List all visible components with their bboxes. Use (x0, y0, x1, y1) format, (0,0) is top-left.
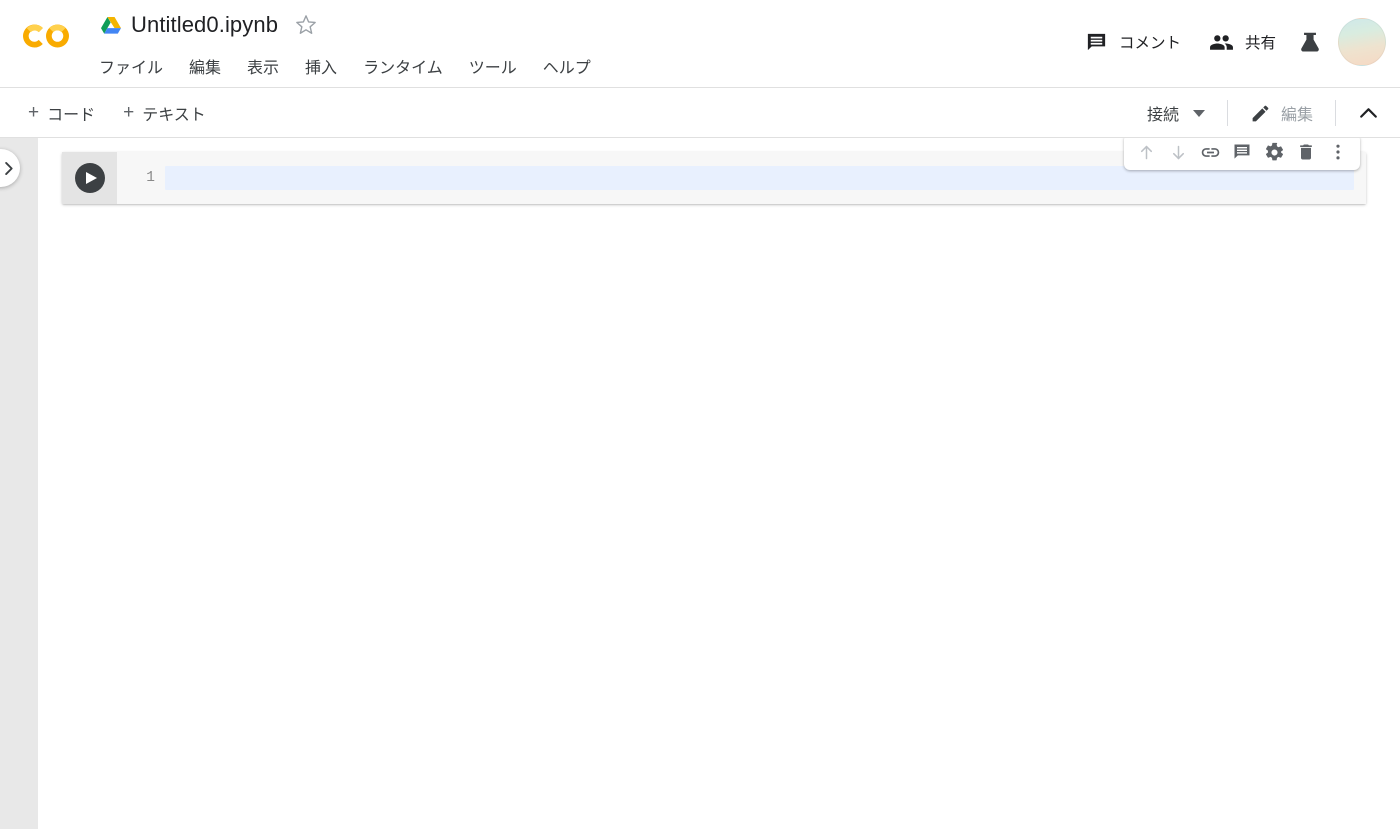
comment-label: コメント (1118, 35, 1181, 52)
notebook-toolbar: + コード + テキスト 接続 編集 (0, 88, 1400, 138)
editing-mode-label: 編集 (1280, 107, 1313, 124)
menu-view[interactable]: 表示 (246, 52, 280, 80)
add-text-cell-label: テキスト (142, 106, 206, 124)
play-icon (85, 172, 97, 184)
toolbar-right-actions: 接続 編集 (1133, 88, 1388, 138)
menu-bar: ファイル 編集 表示 挿入 ランタイム ツール ヘルプ (98, 52, 592, 80)
notebook-title-row: Untitled0.ipynb (100, 12, 317, 38)
plus-icon: + (123, 102, 135, 123)
more-cell-actions-button[interactable] (1322, 138, 1354, 167)
notebook-title[interactable]: Untitled0.ipynb (131, 12, 278, 38)
add-code-cell-button[interactable]: + コード (18, 96, 105, 130)
flask-icon (1297, 29, 1323, 55)
share-button[interactable]: 共有 (1195, 24, 1290, 61)
pencil-icon (1250, 103, 1271, 124)
toolbar-divider (1335, 100, 1336, 126)
app-header: Untitled0.ipynb ファイル 編集 表示 挿入 ランタイム ツール … (0, 0, 1400, 88)
colab-logo-icon[interactable] (20, 20, 72, 52)
add-code-cell-label: コード (47, 106, 96, 124)
comment-icon (1085, 31, 1108, 54)
delete-cell-button[interactable] (1290, 138, 1322, 167)
toolbar-left-actions: + コード + テキスト (18, 96, 216, 130)
left-sidebar-strip (0, 138, 38, 829)
header-actions: コメント 共有 (1071, 18, 1386, 66)
toggle-header-button[interactable] (1348, 93, 1388, 133)
chevron-up-icon (1356, 101, 1381, 126)
add-comment-button[interactable] (1226, 138, 1258, 167)
star-outline-icon[interactable] (295, 14, 317, 36)
line-number: 1 (146, 170, 155, 186)
cell-action-toolbar (1124, 138, 1360, 170)
google-drive-icon (100, 15, 122, 35)
add-text-cell-button[interactable]: + テキスト (113, 96, 216, 130)
menu-runtime[interactable]: ランタイム (362, 52, 444, 80)
expand-sidebar-button[interactable] (0, 149, 20, 187)
connect-label: 接続 (1146, 107, 1179, 124)
people-icon (1209, 30, 1234, 55)
user-avatar[interactable] (1338, 18, 1386, 66)
labs-button[interactable] (1290, 22, 1330, 62)
move-cell-up-button[interactable] (1130, 138, 1162, 167)
run-cell-button[interactable] (74, 163, 105, 193)
cell-container: 1 (62, 138, 1366, 204)
cell-settings-button[interactable] (1258, 138, 1290, 167)
menu-tools[interactable]: ツール (468, 52, 518, 80)
plus-icon: + (28, 102, 40, 123)
toolbar-divider (1226, 100, 1228, 126)
chevron-right-icon (0, 159, 18, 178)
notebook-body: 1 (0, 138, 1400, 829)
link-to-cell-button[interactable] (1194, 138, 1226, 167)
notebook-canvas: 1 (38, 138, 1400, 829)
move-cell-down-button[interactable] (1162, 138, 1194, 167)
menu-edit[interactable]: 編集 (188, 52, 222, 80)
connect-button[interactable]: 接続 (1133, 95, 1215, 131)
editing-mode-button[interactable]: 編集 (1240, 95, 1323, 131)
caret-down-icon (1192, 109, 1205, 117)
menu-insert[interactable]: 挿入 (304, 52, 338, 80)
menu-help[interactable]: ヘルプ (542, 52, 592, 80)
share-label: 共有 (1244, 35, 1276, 52)
menu-file[interactable]: ファイル (98, 52, 164, 80)
cell-run-gutter (62, 152, 117, 204)
comment-button[interactable]: コメント (1071, 25, 1195, 60)
